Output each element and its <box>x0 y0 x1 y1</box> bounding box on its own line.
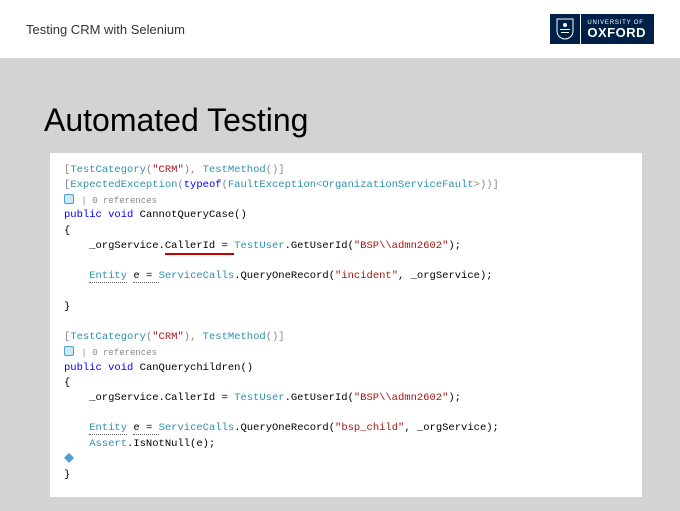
test-status-icon <box>64 453 74 463</box>
code-line <box>64 406 628 421</box>
code-line <box>64 285 628 300</box>
logo-big-text: OXFORD <box>587 26 646 39</box>
code-line: [ExpectedException(typeof(FaultException… <box>64 178 628 193</box>
code-line <box>64 452 628 468</box>
code-line: Assert.IsNotNull(e); <box>64 437 628 452</box>
code-line: { <box>64 376 628 391</box>
slide-title: Automated Testing <box>44 102 642 139</box>
oxford-crest-icon <box>550 14 580 44</box>
code-line: Entity e = ServiceCalls.QueryOneRecord("… <box>64 421 628 436</box>
codelens-row: | 0 references <box>64 345 628 360</box>
code-line <box>64 315 628 330</box>
code-line: [TestCategory("CRM"), TestMethod()] <box>64 163 628 178</box>
codelens-row: | 0 references <box>64 193 628 208</box>
code-line: } <box>64 300 628 315</box>
code-line: public void CannotQueryCase() <box>64 208 628 223</box>
code-line: { <box>64 224 628 239</box>
code-line: public void CanQuerychildren() <box>64 361 628 376</box>
code-line: Entity e = ServiceCalls.QueryOneRecord("… <box>64 269 628 284</box>
oxford-logo: UNIVERSITY OF OXFORD <box>550 14 654 44</box>
code-line: [TestCategory("CRM"), TestMethod()] <box>64 330 628 345</box>
code-line: _orgService.CallerId = TestUser.GetUserI… <box>64 239 628 254</box>
slide-body: Automated Testing [TestCategory("CRM"), … <box>0 58 680 497</box>
header-bar: Testing CRM with Selenium UNIVERSITY OF … <box>0 0 680 58</box>
codelens-icon <box>64 346 74 356</box>
code-block: [TestCategory("CRM"), TestMethod()] [Exp… <box>50 153 642 497</box>
highlighted-code: CallerId = <box>165 240 234 255</box>
code-line <box>64 254 628 269</box>
oxford-logo-text: UNIVERSITY OF OXFORD <box>581 14 654 44</box>
codelens-icon <box>64 194 74 204</box>
code-line: } <box>64 468 628 483</box>
code-line: _orgService.CallerId = TestUser.GetUserI… <box>64 391 628 406</box>
header-title: Testing CRM with Selenium <box>26 22 185 37</box>
